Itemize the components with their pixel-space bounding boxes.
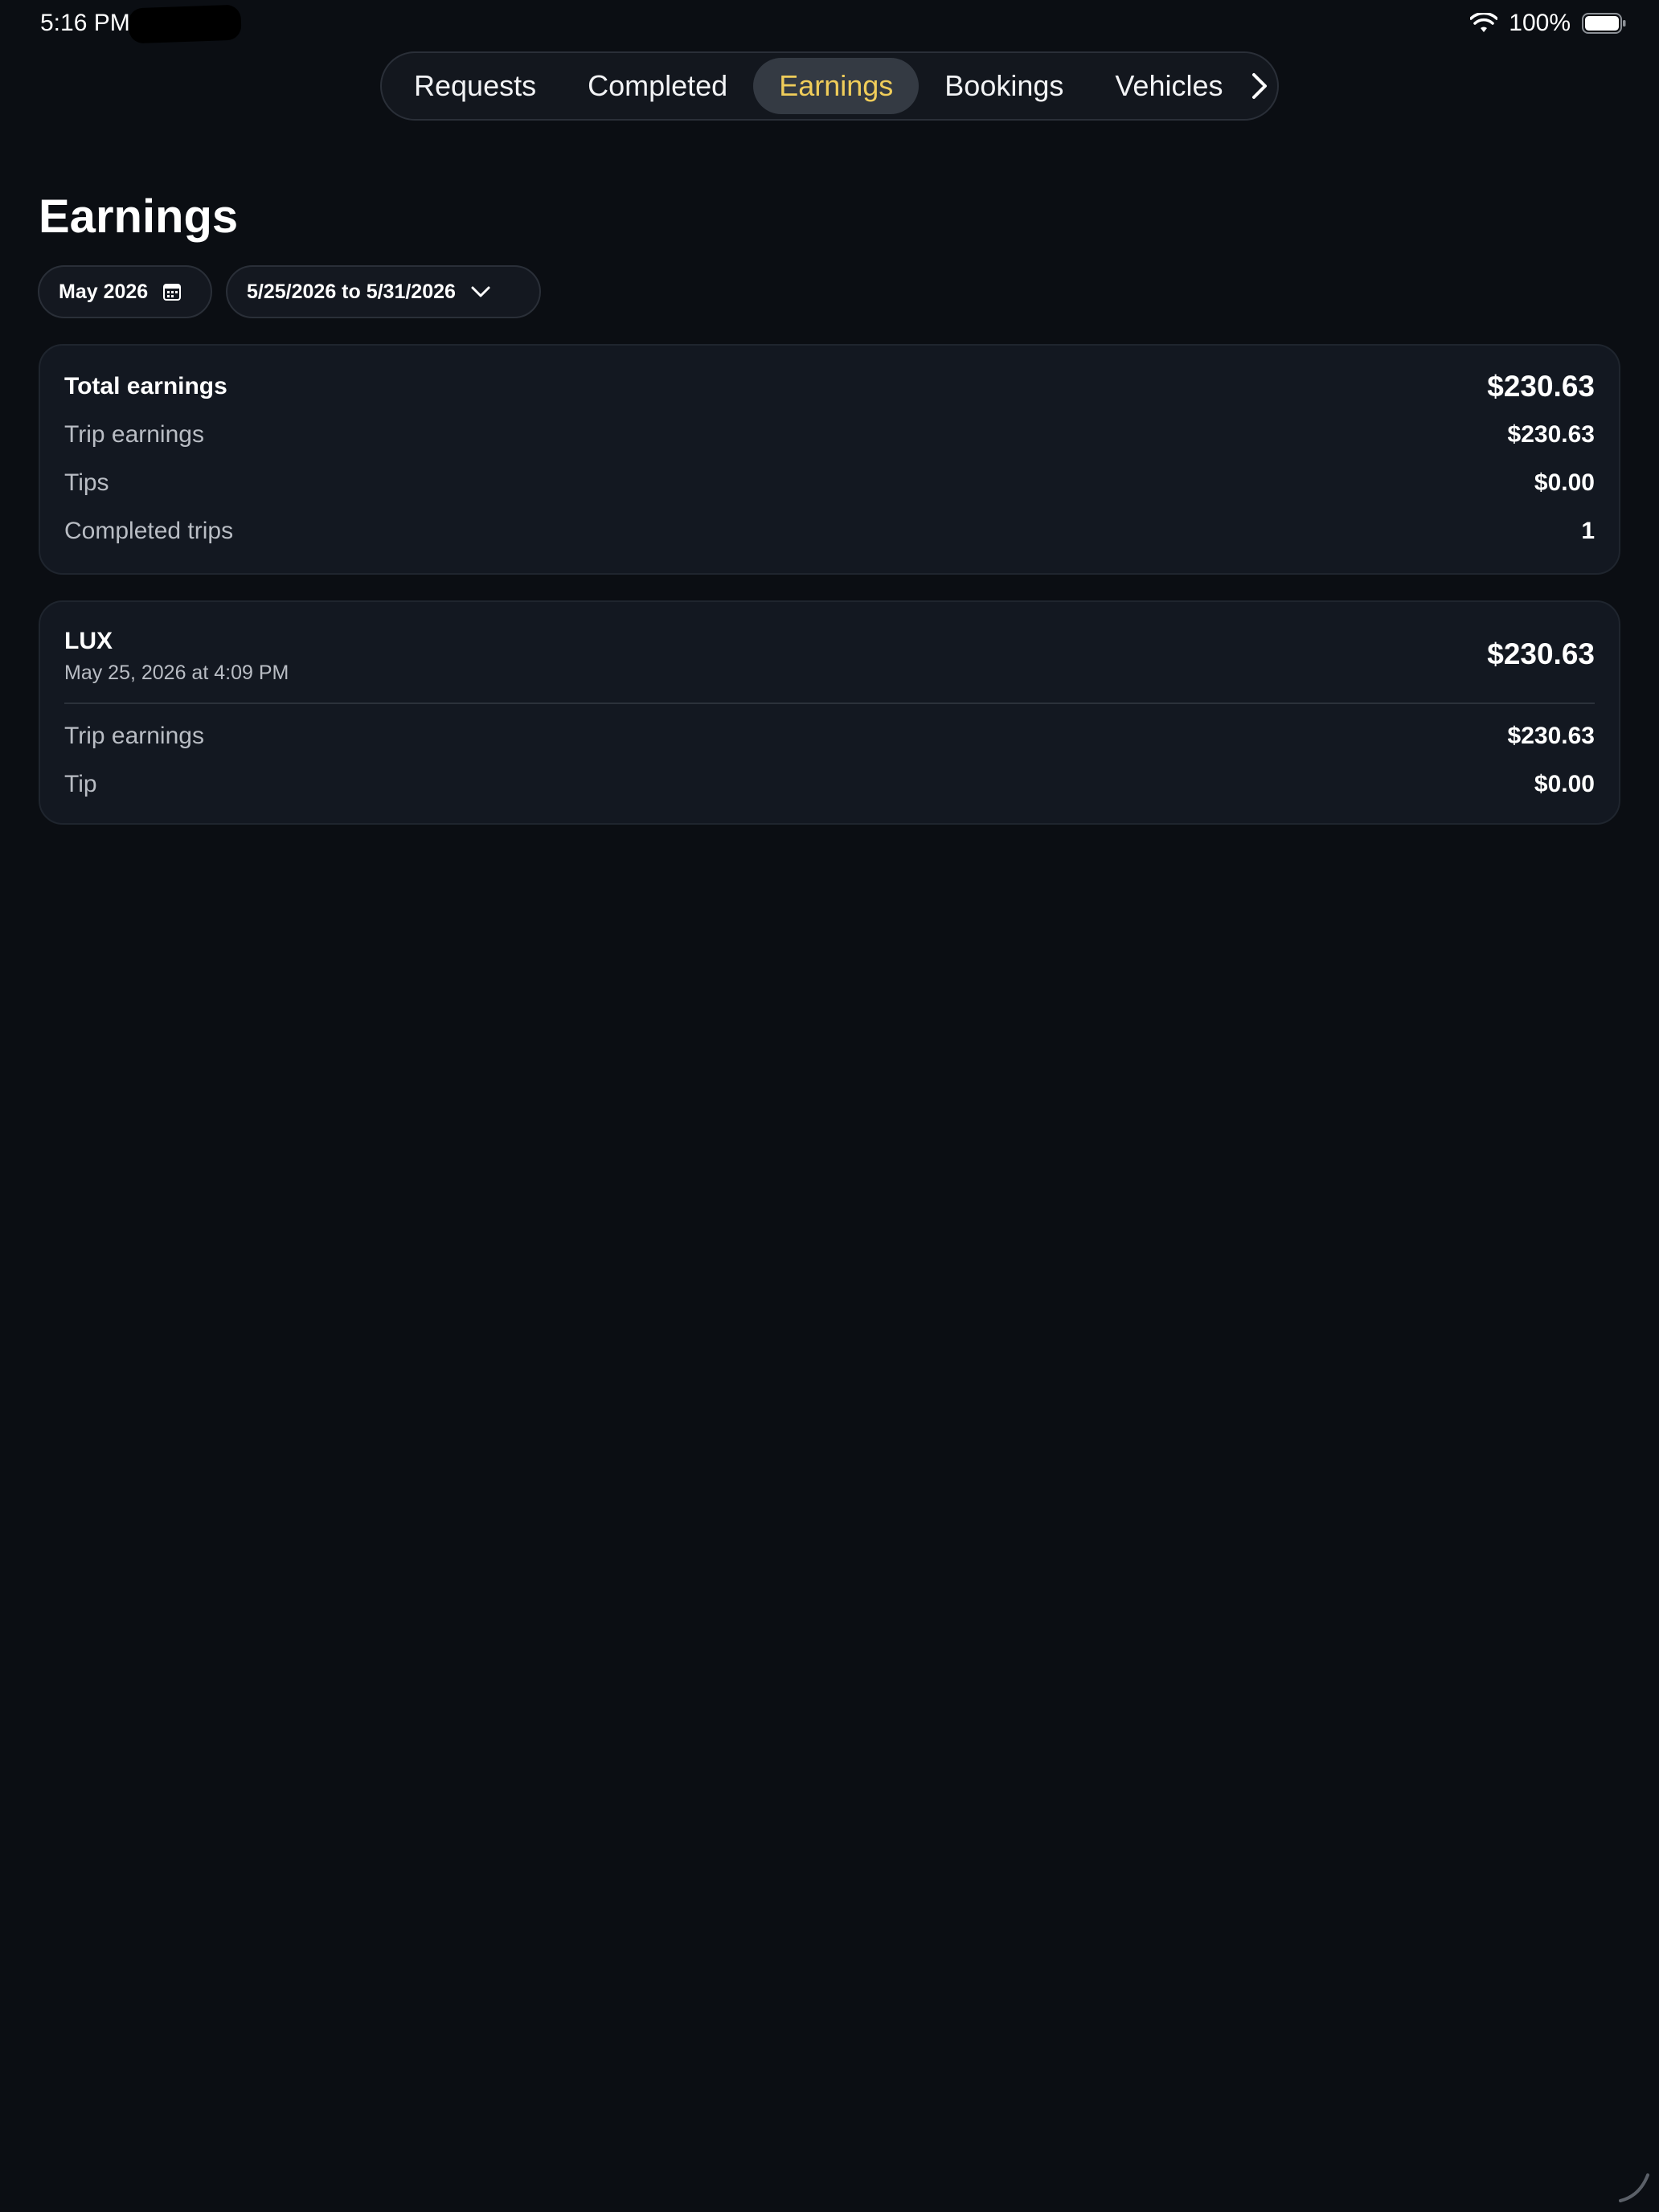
tab-earnings[interactable]: Earnings [753,58,920,114]
trip-date: May 25, 2026 at 4:09 PM [64,662,289,684]
total-earnings-value: $230.63 [1487,370,1595,403]
status-indicators: 100% [1470,10,1627,37]
tabs-scroll-next-button[interactable] [1248,58,1271,114]
total-earnings-label: Total earnings [64,373,227,399]
trip-vehicle-class: LUX [64,628,113,654]
trip-total-value: $230.63 [1487,637,1595,670]
trip-tip-label: Tip [64,771,97,797]
trip-earnings-row: Trip earnings $230.63 [64,723,1595,750]
tips-row: Tips $0.00 [64,469,1595,497]
calendar-icon [163,284,182,301]
earnings-summary-card: Total earnings $230.63 Trip earnings $23… [39,344,1620,575]
chevron-right-icon [1252,73,1268,99]
status-time: 5:16 PM [40,10,130,36]
redacted-area [128,4,242,44]
total-earnings-row: Total earnings $230.63 [64,370,1595,403]
trip-earnings-value: $230.63 [1507,723,1595,749]
completed-trips-row: Completed trips 1 [64,518,1595,545]
chevron-down-icon [471,286,490,297]
trip-card[interactable]: LUX May 25, 2026 at 4:09 PM $230.63 Trip… [39,600,1620,825]
wifi-icon [1470,13,1498,32]
tab-requests[interactable]: Requests [388,58,562,114]
battery-icon [1582,13,1626,34]
tab-vehicles[interactable]: Vehicles [1089,58,1248,114]
trip-earnings-label: Trip earnings [64,421,204,448]
trip-earnings-label: Trip earnings [64,723,204,749]
completed-trips-value: 1 [1581,518,1595,544]
tips-value: $0.00 [1534,469,1595,496]
completed-trips-label: Completed trips [64,518,234,544]
trip-earnings-row: Trip earnings $230.63 [64,421,1595,449]
tab-bar: Requests Completed Earnings Bookings Veh… [380,51,1279,121]
trip-earnings-value: $230.63 [1507,421,1595,448]
trip-tip-row: Tip $0.00 [64,771,1595,798]
resize-handle-icon [1619,2173,1649,2202]
month-picker-button[interactable]: May 2026 [38,265,212,318]
trip-tip-value: $0.00 [1534,771,1595,797]
tips-label: Tips [64,469,109,496]
month-label: May 2026 [59,280,149,303]
date-range-dropdown[interactable]: 5/25/2026 to 5/31/2026 [226,265,541,318]
date-range-label: 5/25/2026 to 5/31/2026 [247,280,456,303]
divider [64,703,1595,704]
page-title: Earnings [39,190,239,243]
tab-completed[interactable]: Completed [562,58,753,114]
battery-percent: 100% [1509,10,1571,36]
tab-bookings[interactable]: Bookings [919,58,1089,114]
